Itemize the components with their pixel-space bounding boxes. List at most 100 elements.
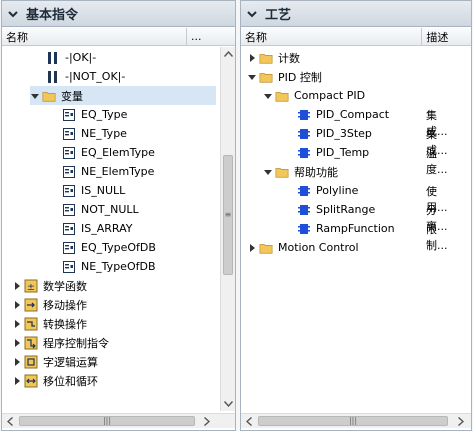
tree-item-label: EQ_Type xyxy=(81,108,128,121)
tree-item-pid-compact[interactable]: PID_Compact xyxy=(297,105,389,124)
compare-box-icon xyxy=(62,203,76,217)
collapsed-arrow-icon[interactable] xyxy=(12,319,22,329)
svg-text:±: ± xyxy=(27,282,35,293)
compare-box-icon xyxy=(62,165,76,179)
scroll-thumb[interactable]: ||| xyxy=(19,416,195,426)
math-icon: ± xyxy=(24,279,38,293)
column-header-row: 名称 ... xyxy=(2,28,235,46)
tree-item-label: 计数 xyxy=(278,51,300,65)
tree-item-label: IS_NULL xyxy=(81,184,126,197)
folder-icon xyxy=(259,70,273,84)
tree-item-label: 移位和循环 xyxy=(43,374,98,388)
compare-box-icon xyxy=(62,260,76,274)
collapse-chevron-icon[interactable] xyxy=(245,7,259,21)
tree-item-move-operations[interactable]: 移动操作 xyxy=(12,295,87,314)
tree-item-shift-rotate[interactable]: 移位和循环 xyxy=(12,371,98,390)
collapsed-arrow-icon[interactable] xyxy=(12,357,22,367)
tree-item-splitrange[interactable]: SplitRange xyxy=(297,200,375,219)
compare-box-icon xyxy=(62,146,76,160)
scroll-thumb[interactable]: ≡ xyxy=(223,155,233,275)
column-name-header[interactable]: 名称 xyxy=(2,28,187,45)
vertical-scrollbar[interactable]: ≡ xyxy=(220,47,235,411)
scroll-left-arrow-icon[interactable] xyxy=(3,414,17,428)
expanded-arrow-icon[interactable] xyxy=(263,167,273,177)
column-description-header[interactable]: 描述 xyxy=(422,28,471,45)
expanded-arrow-icon[interactable] xyxy=(30,91,40,101)
compare-box-icon xyxy=(62,241,76,255)
move-icon xyxy=(24,298,38,312)
horizontal-scrollbar[interactable]: ||| xyxy=(241,413,471,428)
function-block-icon xyxy=(297,146,311,160)
collapsed-arrow-icon[interactable] xyxy=(247,243,257,253)
tree-item-pid-temp[interactable]: PID_Temp xyxy=(297,143,369,162)
tree-item-label: Polyline xyxy=(316,184,359,197)
tree-item-label: PID_Compact xyxy=(316,108,390,121)
column-header-row: 名称 描述 xyxy=(241,28,471,46)
tree-item-not-ok[interactable]: -|NOT_OK|- xyxy=(46,67,125,86)
tree-item-convert-operations[interactable]: 转换操作 xyxy=(12,314,87,333)
tree-item-eq-type[interactable]: EQ_Type xyxy=(62,105,127,124)
function-block-icon xyxy=(297,203,311,217)
tree-item-eq-elemtype[interactable]: EQ_ElemType xyxy=(62,143,155,162)
instructions-panel-basic: 基本指令 名称 ... -|OK|- -|NOT_OK|- 变量 EQ_Type… xyxy=(1,0,236,431)
scroll-left-arrow-icon[interactable] xyxy=(242,414,256,428)
collapsed-arrow-icon[interactable] xyxy=(247,53,257,63)
tree-item-label: NE_ElemType xyxy=(81,165,155,178)
tree-item-motion-control[interactable]: Motion Control xyxy=(247,238,359,257)
tree-item-helper-functions[interactable]: 帮助功能 xyxy=(263,162,338,181)
tree-item-polyline[interactable]: Polyline xyxy=(297,181,358,200)
tree-item-counters[interactable]: 计数 xyxy=(247,48,300,67)
tree-item-is-null[interactable]: IS_NULL xyxy=(62,181,125,200)
expanded-arrow-icon[interactable] xyxy=(247,72,257,82)
collapsed-arrow-icon[interactable] xyxy=(12,281,22,291)
tree-item-label: IS_ARRAY xyxy=(81,222,133,235)
scroll-right-arrow-icon[interactable] xyxy=(200,414,214,428)
column-name-header[interactable]: 名称 xyxy=(241,28,423,45)
collapsed-arrow-icon[interactable] xyxy=(12,376,22,386)
tree-item-math-functions[interactable]: ± 数学函数 xyxy=(12,276,87,295)
basic-instructions-header[interactable]: 基本指令 xyxy=(2,1,235,27)
tree-item-label: 移动操作 xyxy=(43,298,87,312)
tree-item-label: 变量 xyxy=(61,89,83,103)
tree-item-variables-folder[interactable]: 变量 xyxy=(30,86,216,105)
description-cell: 限制... xyxy=(426,223,448,252)
tree-item-rampfunction[interactable]: RampFunction xyxy=(297,219,395,238)
technology-header[interactable]: 工艺 xyxy=(241,1,471,27)
tree-item-label: -|NOT_OK|- xyxy=(65,70,126,83)
function-block-icon xyxy=(297,127,311,141)
tree-item-pid-3step[interactable]: PID_3Step xyxy=(297,124,372,143)
column-name-label: 名称 xyxy=(245,30,267,44)
scroll-thumb[interactable]: ||| xyxy=(258,416,448,426)
tree-item-compact-pid[interactable]: Compact PID xyxy=(263,86,365,105)
scroll-right-arrow-icon[interactable] xyxy=(454,414,468,428)
tree-item-label: 转换操作 xyxy=(43,317,87,331)
tree-item-label: EQ_TypeOfDB xyxy=(81,241,156,254)
tree-item-label: RampFunction xyxy=(316,222,395,235)
tree-item-ok[interactable]: -|OK|- xyxy=(46,48,96,67)
contact-icon xyxy=(46,70,60,84)
tree-item-is-array[interactable]: IS_ARRAY xyxy=(62,219,132,238)
shift-rotate-icon xyxy=(24,374,38,388)
folder-icon xyxy=(259,241,273,255)
tree-item-ne-elemtype[interactable]: NE_ElemType xyxy=(62,162,154,181)
tree-item-ne-typeofdb[interactable]: NE_TypeOfDB xyxy=(62,257,156,276)
tree-item-program-control[interactable]: 程序控制指令 xyxy=(12,333,109,352)
collapsed-arrow-icon[interactable] xyxy=(12,300,22,310)
scroll-up-arrow-icon[interactable] xyxy=(221,47,235,61)
description-cell: 温度... xyxy=(426,147,448,176)
tree-item-ne-type[interactable]: NE_Type xyxy=(62,124,127,143)
tree-item-word-logic[interactable]: 字逻辑运算 xyxy=(12,352,98,371)
tree-item-not-null[interactable]: NOT_NULL xyxy=(62,200,139,219)
horizontal-scrollbar[interactable]: ||| xyxy=(2,413,235,428)
column-more-header[interactable]: ... xyxy=(187,28,207,45)
column-name-label: 名称 xyxy=(6,30,28,44)
expanded-arrow-icon[interactable] xyxy=(263,91,273,101)
tree-item-label: SplitRange xyxy=(316,203,376,216)
collapse-chevron-icon[interactable] xyxy=(6,7,20,21)
tree-item-eq-typeofdb[interactable]: EQ_TypeOfDB xyxy=(62,238,156,257)
folder-icon xyxy=(275,89,289,103)
tree-item-pid-control[interactable]: PID 控制 xyxy=(247,67,322,86)
scroll-down-arrow-icon[interactable] xyxy=(221,397,235,411)
collapsed-arrow-icon[interactable] xyxy=(12,338,22,348)
tree-item-label: PID 控制 xyxy=(278,70,322,84)
